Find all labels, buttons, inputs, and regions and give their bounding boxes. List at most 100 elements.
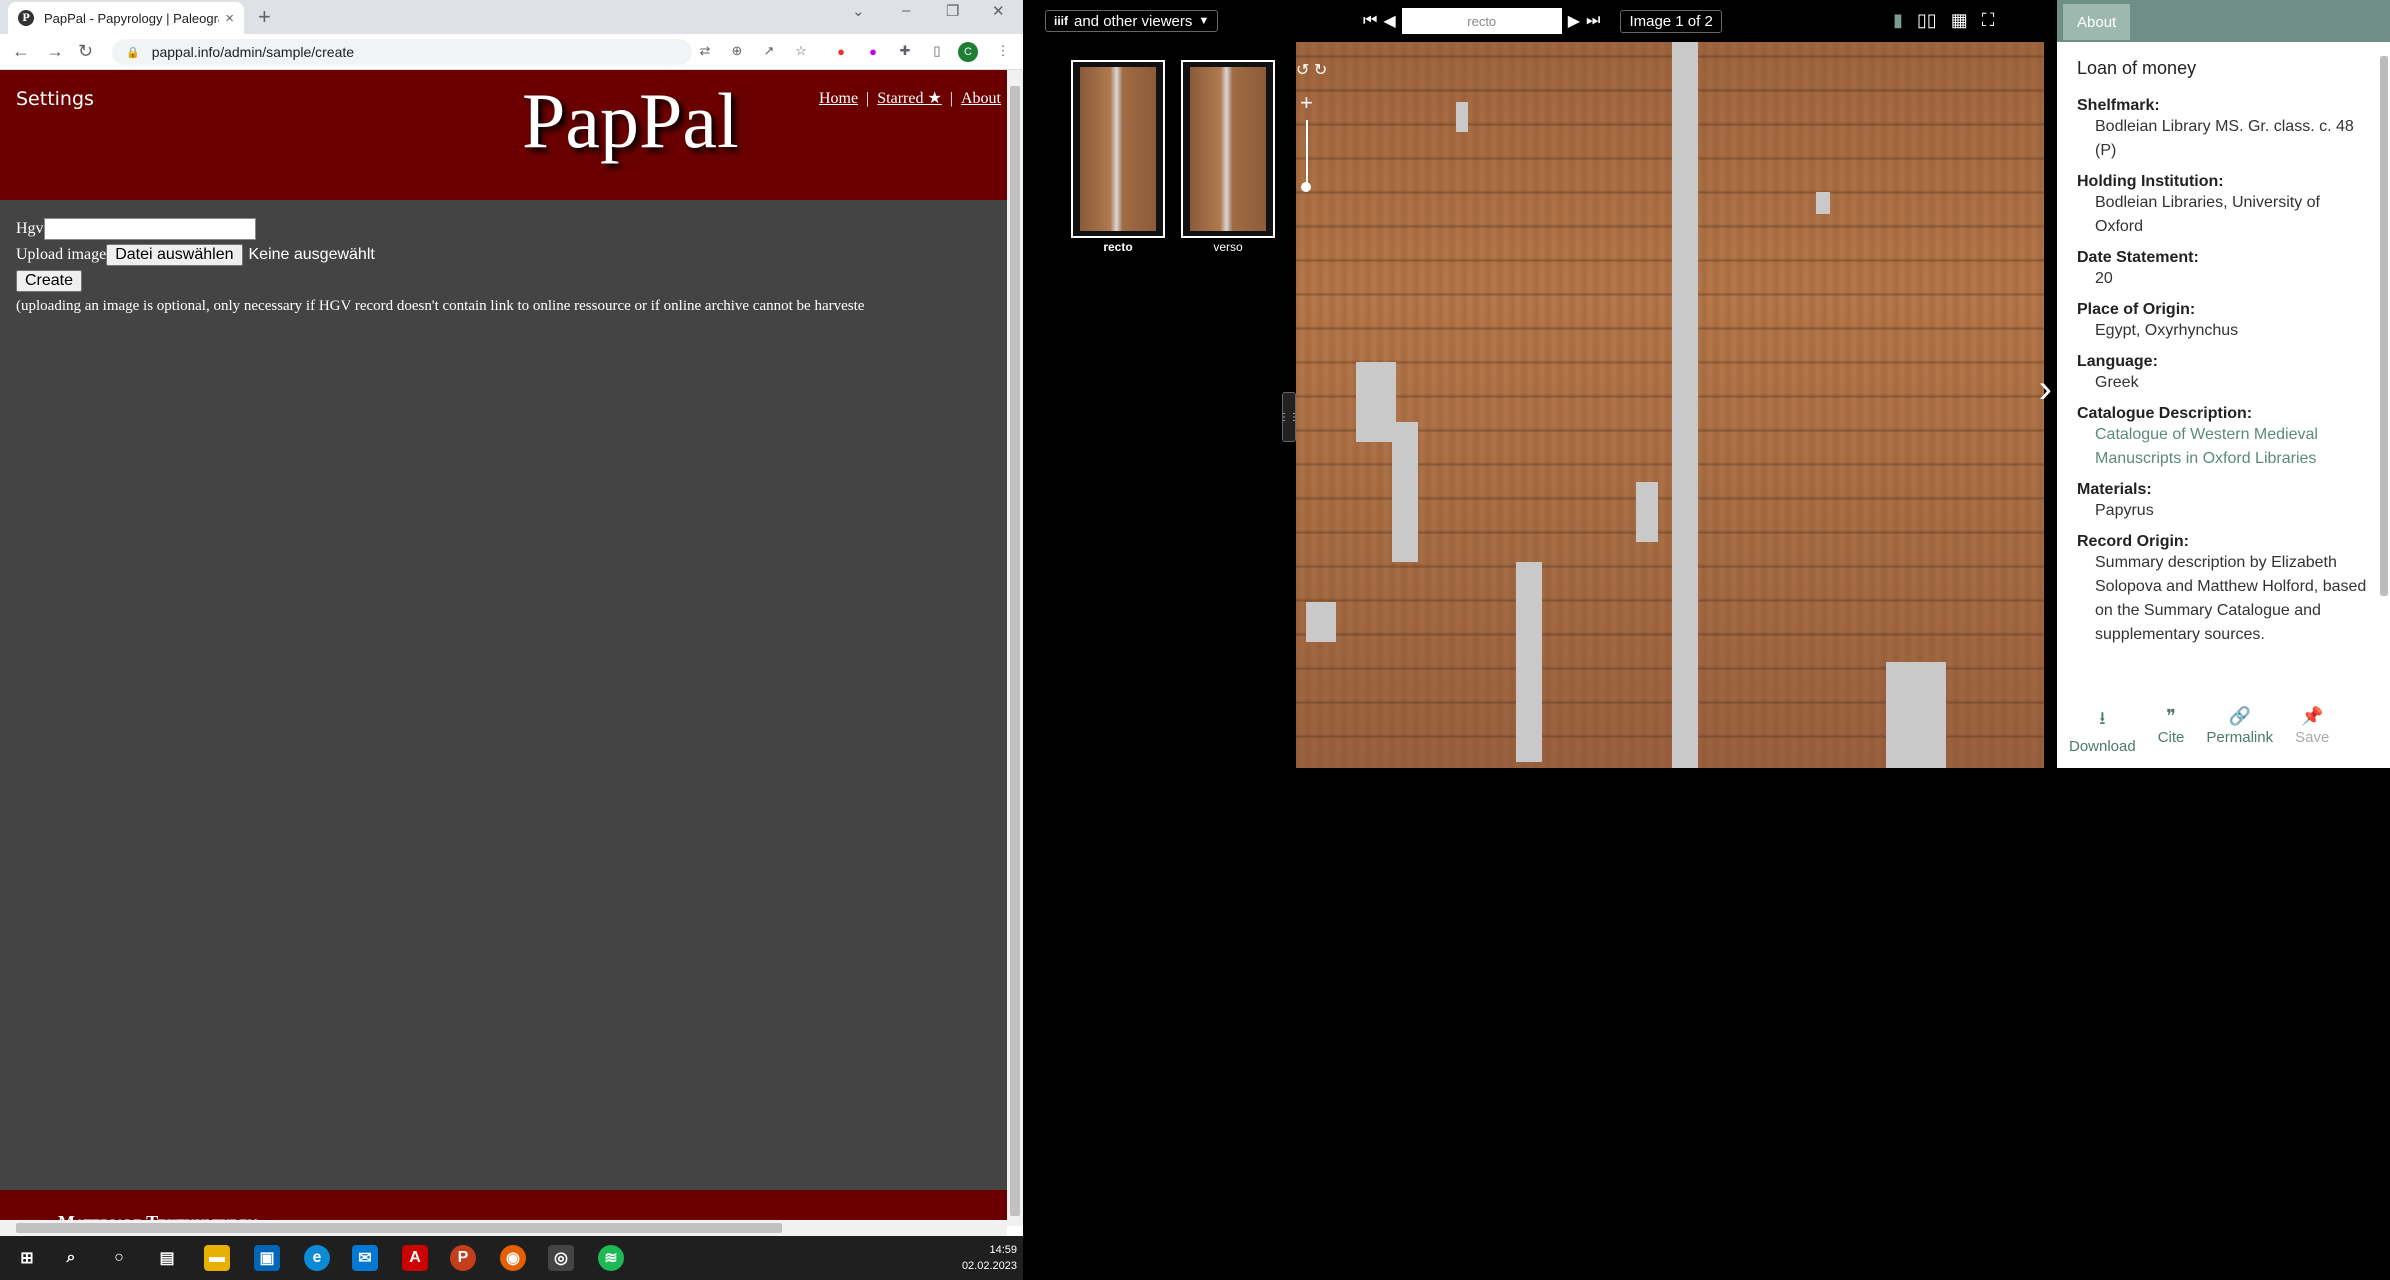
share-icon[interactable]: ↗ <box>760 42 778 60</box>
save-label: Save <box>2295 729 2330 746</box>
top-navigation: Home | Starred ★ | About <box>819 88 1001 108</box>
metadata-value: Egypt, Oxyrhynchus <box>2095 322 2239 339</box>
zoom-in-icon[interactable]: + <box>1300 90 1313 116</box>
side-panel-icon[interactable]: ▯ <box>928 42 946 60</box>
page-select[interactable]: recto <box>1401 8 1562 34</box>
new-tab-button[interactable]: + <box>258 4 271 30</box>
zoom-slider-knob[interactable] <box>1301 182 1311 192</box>
download-label: Download <box>2069 738 2136 755</box>
thumbnail-image <box>1190 67 1266 231</box>
thumbnail-verso[interactable]: verso <box>1181 60 1275 254</box>
left-resize-handle[interactable]: ⋮⋮ <box>1279 392 1299 442</box>
first-page-icon[interactable]: ⏮ <box>1363 12 1377 30</box>
papyrus-gap <box>1886 662 1946 768</box>
tab-search-icon[interactable]: ⌄ <box>852 2 865 20</box>
acrobat-icon[interactable]: A <box>402 1245 428 1271</box>
menu-dots-icon[interactable]: ⋮ <box>994 42 1012 60</box>
chrome-icon[interactable]: ◎ <box>548 1245 574 1271</box>
metadata-label: Holding Institution: <box>2077 173 2224 190</box>
previous-page-icon[interactable]: ◀ <box>1383 11 1395 31</box>
back-icon[interactable]: ← <box>12 41 30 62</box>
file-status: Keine ausgewählt <box>248 246 375 263</box>
profile-avatar[interactable]: C <box>958 42 978 62</box>
papyrus-gap <box>1392 422 1418 562</box>
zoom-slider[interactable] <box>1306 120 1308 190</box>
search-icon[interactable]: ⌕ <box>58 1245 84 1271</box>
bookmark-star-icon[interactable]: ☆ <box>792 42 810 60</box>
rotate-controls[interactable]: ↺ ↻ <box>1296 60 1327 80</box>
hgv-input[interactable] <box>43 218 256 240</box>
close-tab-icon[interactable]: × <box>225 10 234 27</box>
starred-link[interactable]: Starred ★ <box>877 90 942 107</box>
gallery-view-icon[interactable]: ▦ <box>1951 10 1968 31</box>
extensions-puzzle-icon[interactable]: ✚ <box>896 42 914 60</box>
mirador-viewer: iiif and other viewers ▼ ⏮ ◀ recto ▶ ⏭ I… <box>1023 0 2390 1280</box>
file-explorer-icon[interactable]: ▬ <box>204 1245 230 1271</box>
reload-icon[interactable]: ↻ <box>78 41 93 62</box>
next-image-arrow-icon[interactable]: › <box>2039 367 2052 412</box>
vertical-scrollbar[interactable] <box>1007 70 1023 1226</box>
settings-link[interactable]: Settings <box>16 88 94 110</box>
firefox-icon[interactable]: ◉ <box>500 1245 526 1271</box>
spotify-icon[interactable]: ≋ <box>598 1245 624 1271</box>
save-button[interactable]: 📌 Save <box>2289 706 2335 756</box>
site-logo: PapPal <box>522 77 739 164</box>
horizontal-scrollbar[interactable] <box>0 1220 1007 1236</box>
minimize-icon[interactable]: – <box>902 2 910 19</box>
zoom-icon[interactable]: ⊕ <box>728 42 746 60</box>
download-icon: ⭳ <box>2099 708 2106 728</box>
extension-purple-icon[interactable]: ● <box>864 42 882 60</box>
upload-note: (uploading an image is optional, only ne… <box>16 298 865 314</box>
edge-icon[interactable]: e <box>304 1245 330 1271</box>
lock-icon[interactable]: 🔒 <box>126 46 140 59</box>
cite-button[interactable]: ❞ Cite <box>2152 706 2191 756</box>
tab-about[interactable]: About <box>2063 4 2131 40</box>
last-page-icon[interactable]: ⏭ <box>1586 12 1600 30</box>
sidebar-scrollbar[interactable] <box>2380 56 2388 596</box>
translate-icon[interactable]: ⇄ <box>696 42 714 60</box>
link-icon: 🔗 <box>2228 706 2251 726</box>
thumbnail-recto[interactable]: recto <box>1071 60 1165 254</box>
create-button[interactable]: Create <box>16 270 83 292</box>
about-link[interactable]: About <box>961 90 1001 107</box>
address-bar[interactable]: 🔒 pappal.info/admin/sample/create <box>112 39 692 65</box>
powerpoint-icon[interactable]: P <box>450 1245 476 1271</box>
choose-file-button[interactable]: Datei auswählen <box>106 244 243 266</box>
store-icon[interactable]: ▣ <box>254 1245 280 1271</box>
forward-icon[interactable]: → <box>46 41 64 62</box>
toolbar: ← → ↻ 🔒 pappal.info/admin/sample/create … <box>0 34 1023 70</box>
book-view-icon[interactable]: ▯▯ <box>1917 10 1937 31</box>
vertical-scroll-thumb[interactable] <box>1010 86 1020 1216</box>
system-clock[interactable]: 14:59 02.02.2023 <box>962 1242 1017 1274</box>
sidebar-scroll-thumb[interactable] <box>2380 56 2388 596</box>
upload-image-label: Upload image <box>16 246 107 263</box>
task-view-icon[interactable]: ▤ <box>154 1245 180 1271</box>
mail-icon[interactable]: ✉ <box>352 1245 378 1271</box>
single-view-icon[interactable]: ▮ <box>1893 10 1903 31</box>
info-sidebar: About Loan of money Shelfmark: Bodleian … <box>2051 0 2390 768</box>
other-viewers-button[interactable]: iiif and other viewers ▼ <box>1045 10 1219 32</box>
sidebar-actions: ⭳ Download ❞ Cite 🔗 Permalink 📌 Save <box>2063 706 2343 756</box>
thumbnail-frame <box>1181 60 1275 238</box>
close-window-icon[interactable]: ✕ <box>992 2 1005 20</box>
restore-icon[interactable]: ❐ <box>946 2 959 20</box>
download-button[interactable]: ⭳ Download <box>2063 706 2142 756</box>
extension-red-icon[interactable]: ● <box>832 42 850 60</box>
horizontal-scroll-thumb[interactable] <box>16 1223 782 1233</box>
start-icon[interactable]: ⊞ <box>14 1245 40 1271</box>
clock-date: 02.02.2023 <box>961 1260 1017 1272</box>
home-link[interactable]: Home <box>819 90 858 107</box>
image-canvas[interactable]: ↺ ↻ + › ⋮⋮ ⋮⋮ <box>1276 42 2071 768</box>
hgv-label: Hgv <box>16 220 44 237</box>
metadata-label: Language: <box>2077 353 2158 370</box>
next-page-icon[interactable]: ▶ <box>1568 11 1580 31</box>
cortana-icon[interactable]: ○ <box>106 1245 132 1271</box>
papyrus-image[interactable] <box>1296 42 2044 768</box>
papyrus-gap <box>1516 562 1542 762</box>
browser-tab[interactable]: P PapPal - Papyrology | Paleograph... × <box>8 2 244 34</box>
papyrus-gap <box>1636 482 1658 542</box>
permalink-button[interactable]: 🔗 Permalink <box>2200 706 2279 756</box>
pappal-favicon-icon: P <box>18 10 34 26</box>
fullscreen-icon[interactable]: ⛶ <box>1982 10 1995 31</box>
catalogue-description-link[interactable]: Catalogue of Western Medieval Manuscript… <box>2077 423 2367 471</box>
